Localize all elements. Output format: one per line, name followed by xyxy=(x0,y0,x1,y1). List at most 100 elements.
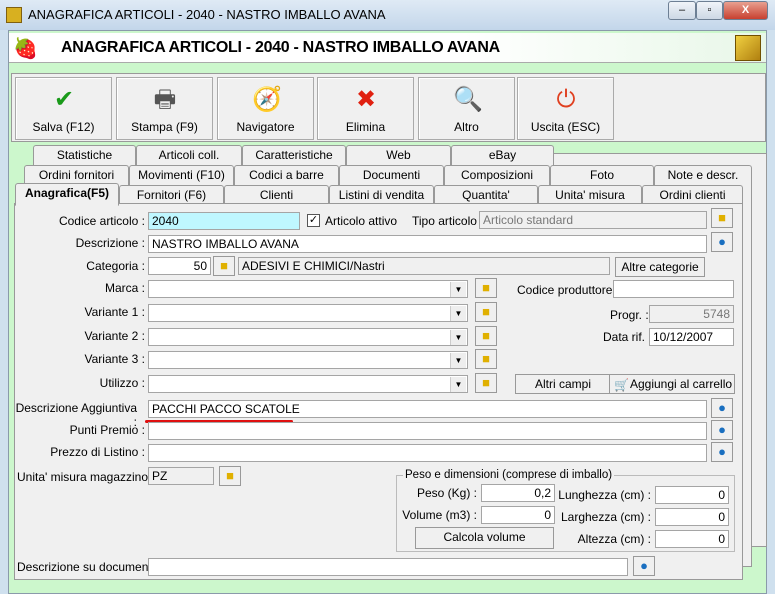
desc-doc-globe-icon[interactable]: ● xyxy=(633,556,655,576)
marca-label: Marca : xyxy=(104,281,145,295)
variante1-folder-icon[interactable]: ■ xyxy=(475,302,497,322)
desc-doc-input[interactable] xyxy=(148,558,628,576)
tab-clienti[interactable]: Clienti xyxy=(224,185,329,205)
prezzo-label: Prezzo di Listino : xyxy=(50,445,145,459)
exit-button[interactable]: ⏻ Uscita (ESC) xyxy=(517,77,614,140)
tab-ordini-fornitori[interactable]: Ordini fornitori xyxy=(24,165,129,185)
utilizzo-select[interactable]: ▼ xyxy=(148,375,468,393)
prezzo-input[interactable] xyxy=(148,444,707,462)
desc-agg-input[interactable]: PACCHI PACCO SCATOLE xyxy=(148,400,707,418)
tab-movimenti[interactable]: Movimenti (F10) xyxy=(129,165,234,185)
tipo-folder-icon[interactable]: ■ xyxy=(711,208,733,228)
desc-doc-label: Descrizione su documenti: xyxy=(17,560,158,574)
tab-web[interactable]: Web xyxy=(346,145,451,165)
descrizione-label: Descrizione : xyxy=(75,236,145,250)
progr-value: 5748 xyxy=(649,305,734,323)
calcola-volume-button[interactable]: Calcola volume xyxy=(415,527,554,549)
variante3-folder-icon[interactable]: ■ xyxy=(475,349,497,369)
chevron-down-icon[interactable]: ▼ xyxy=(450,353,466,368)
utilizzo-folder-icon[interactable]: ■ xyxy=(475,373,497,393)
tab-statistiche[interactable]: Statistiche xyxy=(33,145,136,165)
navigator-button[interactable]: 🧭 Navigatore xyxy=(217,77,314,140)
print-button[interactable]: 🖶 Stampa (F9) xyxy=(116,77,213,140)
larghezza-label: Larghezza (cm) : xyxy=(560,510,651,524)
tab-fornitori[interactable]: Fornitori (F6) xyxy=(119,185,224,205)
save-button[interactable]: ✔ Salva (F12) xyxy=(15,77,112,140)
codice-produttore-input[interactable] xyxy=(613,280,734,298)
marca-folder-icon[interactable]: ■ xyxy=(475,278,497,298)
utilizzo-label: Utilizzo : xyxy=(99,376,145,390)
delete-button[interactable]: ✖ Elimina xyxy=(317,77,414,140)
attivo-label: Articolo attivo xyxy=(325,214,398,228)
box-logo-icon xyxy=(735,35,761,61)
cart-icon: 🛒 xyxy=(614,378,629,392)
tab-documenti[interactable]: Documenti xyxy=(339,165,444,185)
strawberry-logo-icon: 🍓 xyxy=(13,38,38,60)
larghezza-input[interactable]: 0 xyxy=(655,508,729,526)
tab-codici-barre[interactable]: Codici a barre xyxy=(234,165,339,185)
volume-input[interactable]: 0 xyxy=(481,506,555,524)
title-bar: ANAGRAFICA ARTICOLI - 2040 - NASTRO IMBA… xyxy=(0,0,775,30)
delete-icon: ✖ xyxy=(355,86,377,113)
unita-folder-icon[interactable]: ■ xyxy=(219,466,241,486)
maximize-button[interactable]: ▫ xyxy=(696,1,723,20)
marca-select[interactable]: ▼ xyxy=(148,280,468,298)
altri-campi-button[interactable]: Altri campi xyxy=(515,374,611,394)
altezza-input[interactable]: 0 xyxy=(655,530,729,548)
toolbar: ✔ Salva (F12) 🖶 Stampa (F9) 🧭 Navigatore ✖ E… xyxy=(11,73,766,142)
altezza-label: Altezza (cm) : xyxy=(577,532,651,546)
categoria-code-input[interactable]: 50 xyxy=(148,257,211,275)
altre-categorie-button[interactable]: Altre categorie xyxy=(615,257,705,277)
chevron-down-icon[interactable]: ▼ xyxy=(450,377,466,392)
tab-anagrafica[interactable]: Anagrafica(F5) xyxy=(15,183,119,206)
punti-label: Punti Premio : xyxy=(69,423,145,437)
tab-quantita[interactable]: Quantita' xyxy=(434,185,538,205)
lunghezza-input[interactable]: 0 xyxy=(655,486,729,504)
tab-composizioni[interactable]: Composizioni xyxy=(444,165,550,185)
tab-ordini-clienti[interactable]: Ordini clienti xyxy=(642,185,743,205)
punti-input[interactable] xyxy=(148,422,707,440)
page-title: ANAGRAFICA ARTICOLI - 2040 - NASTRO IMBA… xyxy=(61,39,500,56)
client-area: 🍓 ANAGRAFICA ARTICOLI - 2040 - NASTRO IM… xyxy=(8,30,767,594)
variante2-select[interactable]: ▼ xyxy=(148,328,468,346)
printer-icon: 🖶 xyxy=(153,86,177,113)
tipo-label: Tipo articolo : xyxy=(412,214,484,228)
tab-unita-misura[interactable]: Unita' misura xyxy=(538,185,642,205)
variante1-select[interactable]: ▼ xyxy=(148,304,468,322)
minimize-button[interactable]: ‒ xyxy=(668,1,696,20)
chevron-down-icon[interactable]: ▼ xyxy=(450,282,466,297)
tab-foto[interactable]: Foto xyxy=(550,165,654,185)
data-rif-label: Data rif. : xyxy=(603,330,652,344)
prezzo-globe-icon[interactable]: ● xyxy=(711,442,733,462)
chevron-down-icon[interactable]: ▼ xyxy=(450,330,466,345)
variante3-select[interactable]: ▼ xyxy=(148,351,468,369)
peso-input[interactable]: 0,2 xyxy=(481,484,555,502)
tab-note-descr[interactable]: Note e descr. xyxy=(654,165,752,185)
power-icon: ⏻ xyxy=(556,86,576,113)
tab-articoli-coll[interactable]: Articoli coll. xyxy=(136,145,242,165)
anagrafica-panel: Codice articolo : 2040 ✓ Articolo attivo… xyxy=(14,203,743,580)
tab-ebay[interactable]: eBay xyxy=(451,145,554,165)
compass-icon: 🧭 xyxy=(252,86,282,113)
variante2-folder-icon[interactable]: ■ xyxy=(475,326,497,346)
categoria-folder-icon[interactable]: ■ xyxy=(213,256,235,276)
progr-label: Progr. : xyxy=(610,308,649,322)
categoria-label: Categoria : xyxy=(86,259,145,273)
attivo-checkbox[interactable]: ✓ xyxy=(307,214,320,227)
unita-label: Unita' misura magazzino : xyxy=(17,470,155,484)
codice-input[interactable]: 2040 xyxy=(148,212,300,230)
aggiungi-carrello-button[interactable]: 🛒 Aggiungi al carrello xyxy=(609,374,735,394)
descrizione-input[interactable]: NASTRO IMBALLO AVANA xyxy=(148,235,707,253)
chevron-down-icon[interactable]: ▼ xyxy=(450,306,466,321)
punti-globe-icon[interactable]: ● xyxy=(711,420,733,440)
data-rif-input[interactable]: 10/12/2007 xyxy=(649,328,734,346)
tab-listini-vendita[interactable]: Listini di vendita xyxy=(329,185,434,205)
desc-agg-globe-icon[interactable]: ● xyxy=(711,398,733,418)
descrizione-globe-icon[interactable]: ● xyxy=(711,232,733,252)
tab-caratteristiche[interactable]: Caratteristiche xyxy=(242,145,346,165)
other-button[interactable]: 🔍 Altro xyxy=(418,77,515,140)
codice-label: Codice articolo : xyxy=(58,214,145,228)
app-box-icon xyxy=(6,7,22,23)
tipo-input[interactable]: Articolo standard xyxy=(479,211,707,229)
close-button[interactable]: X xyxy=(723,1,768,20)
